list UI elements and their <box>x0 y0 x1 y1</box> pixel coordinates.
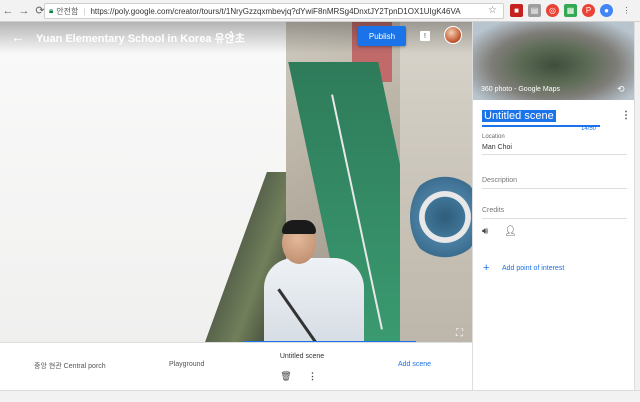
divider <box>482 154 627 155</box>
char-count: 14/50 <box>581 126 597 132</box>
audio-icon[interactable]: 🔊︎ <box>482 226 488 237</box>
bookmark-star-icon[interactable]: ☆ <box>488 5 497 16</box>
scrollbar[interactable] <box>634 22 640 390</box>
scene-name-input[interactable]: Untitled scene <box>482 110 556 122</box>
fullscreen-icon[interactable]: ⛶ <box>456 328 463 339</box>
person-body <box>264 258 364 342</box>
print-icon[interactable]: ▤ <box>528 4 541 17</box>
feedback-icon[interactable]: ! <box>420 31 430 41</box>
chrome-ext-icon[interactable]: ◎ <box>546 4 559 17</box>
add-poi-button[interactable]: Add point of interest <box>502 265 564 272</box>
panel-more-icon[interactable]: ⋮ <box>621 110 631 121</box>
divider <box>482 188 627 189</box>
credits-field[interactable]: Credits <box>482 207 504 214</box>
add-scene-button[interactable]: Add scene <box>398 361 431 368</box>
grid-ext-icon[interactable]: ▦ <box>564 4 577 17</box>
lock-icon: 🔒︎ <box>49 6 54 15</box>
separator: | <box>83 6 86 16</box>
extension-icon[interactable]: ■ <box>510 4 523 17</box>
tour-title[interactable]: Yuan Elementary School in Korea 유안초 <box>36 30 245 46</box>
location-field[interactable]: Man Choi <box>482 144 512 151</box>
publish-button[interactable]: Publish <box>358 26 406 46</box>
school-emblem <box>410 172 472 262</box>
pinterest-icon[interactable]: P <box>582 4 595 17</box>
scene-more-icon[interactable]: ⋮ <box>308 371 317 382</box>
scene-details-panel: 360 photo - Google Maps ⟲ Untitled scene… <box>472 22 635 390</box>
shield-ext-icon[interactable]: ● <box>600 4 613 17</box>
scene-item[interactable]: 중앙 현관 Central porch <box>34 361 106 371</box>
person-hair <box>282 220 316 234</box>
forward-icon[interactable]: → <box>16 0 32 22</box>
address-bar[interactable]: 🔒︎ 안전함 | https://poly.google.com/creator… <box>44 3 504 19</box>
url-text: https://poly.google.com/creator/tours/t/… <box>90 6 461 16</box>
back-icon[interactable]: ← <box>0 0 16 22</box>
back-arrow-icon[interactable]: ← <box>10 28 26 46</box>
delete-icon[interactable]: 🗑︎ <box>280 371 291 381</box>
current-scene[interactable]: Untitled scene <box>252 353 352 360</box>
location-label: Location <box>482 134 505 140</box>
title-more-icon[interactable]: ⋮ <box>225 29 237 43</box>
secure-label: 안전함 <box>56 6 79 16</box>
avatar[interactable] <box>444 26 462 44</box>
panorama-viewer[interactable] <box>0 22 472 342</box>
narration-icon[interactable]: 👤︎ <box>504 226 517 237</box>
plus-icon[interactable]: + <box>483 262 489 274</box>
divider <box>482 218 627 219</box>
person <box>260 218 370 342</box>
scene-item[interactable]: Playground <box>169 361 204 368</box>
window-bottom-border <box>0 390 640 402</box>
swap-icon[interactable]: ⟲ <box>617 84 625 95</box>
scene-strip: 중앙 현관 Central porch Playground Untitled … <box>0 342 472 390</box>
menu-icon[interactable]: ⋮ <box>620 4 633 17</box>
description-field[interactable]: Description <box>482 177 517 184</box>
thumbnail-caption: 360 photo - Google Maps <box>481 86 560 93</box>
